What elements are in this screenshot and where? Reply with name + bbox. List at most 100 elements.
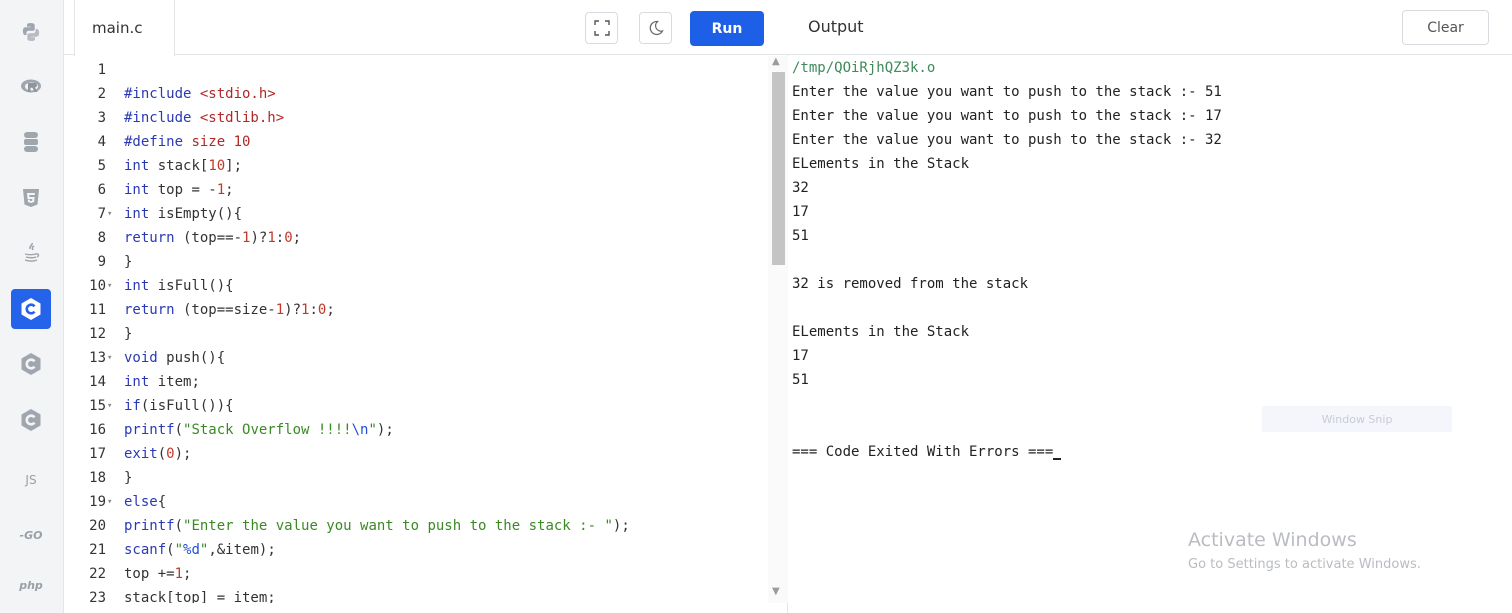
code-text: if(isFull()){: [124, 398, 234, 414]
code-text: void push(){: [124, 350, 226, 366]
code-line[interactable]: 19 ▾ else{: [64, 490, 764, 514]
output-line: 17: [792, 204, 809, 220]
code-line[interactable]: 16 printf("Stack Overflow !!!!\n");: [64, 418, 764, 442]
fold-arrow-icon[interactable]: ▾: [107, 274, 112, 298]
code-line[interactable]: 20 printf("Enter the value you want to pu…: [64, 514, 764, 538]
go-icon[interactable]: -GO: [11, 515, 51, 555]
tab-main-c[interactable]: main.c: [74, 0, 175, 56]
tab-label: main.c: [92, 19, 143, 37]
line-number: 15: [89, 398, 106, 414]
javascript-label: JS: [25, 473, 37, 487]
output-console[interactable]: /tmp/QOiRjhQZ3k.o Enter the value you wan…: [792, 56, 1492, 613]
scroll-up-icon[interactable]: ▲: [772, 56, 780, 67]
code-line[interactable]: 8 return (top==-1)?1:0;: [64, 226, 764, 250]
output-header: Output Clear: [788, 0, 1512, 55]
output-title: Output: [808, 17, 864, 36]
code-line[interactable]: 5 int stack[10];: [64, 154, 764, 178]
line-number: 9: [97, 254, 106, 270]
output-line: Enter the value you want to push to the …: [792, 84, 1222, 100]
c-icon[interactable]: [11, 289, 51, 329]
fold-arrow-icon[interactable]: ▾: [107, 394, 112, 418]
code-text: }: [124, 254, 133, 270]
output-line: 17: [792, 348, 809, 364]
r-icon[interactable]: [11, 67, 51, 107]
code-text: exit(0);: [124, 446, 192, 462]
fold-arrow-icon[interactable]: ▾: [107, 346, 112, 370]
line-number: 20: [89, 518, 106, 534]
code-text: printf("Enter the value you want to push…: [124, 518, 630, 534]
clear-button[interactable]: Clear: [1402, 10, 1489, 45]
line-number: 12: [89, 326, 106, 342]
output-line: === Code Exited With Errors ===: [792, 440, 1062, 464]
output-line: 51: [792, 228, 809, 244]
code-area[interactable]: 1 2 #include <stdio.h> 3 #include <stdlib.h>…: [64, 56, 768, 603]
code-line[interactable]: 18}: [64, 466, 764, 490]
code-line[interactable]: 23 stack[top] = item;: [64, 586, 764, 603]
dark-mode-button[interactable]: [639, 12, 672, 44]
line-number: 18: [89, 470, 106, 486]
code-editor-panel: main.c Run 1 2 #include <stdio.h> 3 #include…: [64, 0, 788, 613]
code-line[interactable]: 14 int item;: [64, 370, 764, 394]
code-line[interactable]: 9}: [64, 250, 764, 274]
code-text: #define size 10: [124, 134, 251, 150]
line-number: 10: [89, 278, 106, 294]
code-line[interactable]: 2 #include <stdio.h>: [64, 82, 764, 106]
moon-icon: [649, 20, 664, 35]
php-icon[interactable]: php: [11, 565, 51, 605]
line-number: 22: [89, 566, 106, 582]
code-line[interactable]: 21 scanf("%d",&item);: [64, 538, 764, 562]
line-number: 4: [97, 134, 106, 150]
scrollbar-thumb[interactable]: [772, 72, 785, 265]
line-number: 8: [97, 230, 106, 246]
php-label: php: [19, 578, 43, 592]
fullscreen-button[interactable]: [585, 12, 618, 44]
code-line[interactable]: 22 top +=1;: [64, 562, 764, 586]
code-text: }: [124, 470, 133, 486]
code-text: int top = -1;: [124, 182, 234, 198]
code-line[interactable]: 6 int top = -1;: [64, 178, 764, 202]
code-text: scanf("%d",&item);: [124, 542, 276, 558]
output-line: Enter the value you want to push to the …: [792, 108, 1222, 124]
python-icon[interactable]: [11, 12, 51, 52]
cpp-icon[interactable]: [11, 344, 51, 384]
code-text: else{: [124, 494, 167, 510]
code-text: int isEmpty(){: [124, 206, 243, 222]
go-label: -GO: [19, 528, 43, 542]
code-text: printf("Stack Overflow !!!!\n");: [124, 422, 394, 438]
fold-arrow-icon[interactable]: ▾: [107, 490, 112, 514]
window-snip-overlay: Window Snip: [1262, 406, 1452, 432]
line-number: 13: [89, 350, 106, 366]
database-icon[interactable]: [11, 122, 51, 162]
code-line[interactable]: 17 exit(0);: [64, 442, 764, 466]
code-line[interactable]: 3 #include <stdlib.h>: [64, 106, 764, 130]
code-line[interactable]: 7 ▾ int isEmpty(){: [64, 202, 764, 226]
output-line: 51: [792, 372, 809, 388]
code-line[interactable]: 15 ▾ if(isFull()){: [64, 394, 764, 418]
code-text: int item;: [124, 374, 200, 390]
editor-scrollbar[interactable]: ▲ ▼: [768, 56, 788, 603]
code-line[interactable]: 10 ▾ int isFull(){: [64, 274, 764, 298]
language-sidebar: JS -GO php: [0, 0, 64, 613]
code-line[interactable]: 4 #define size 10: [64, 130, 764, 154]
code-text: return (top==-1)?1:0;: [124, 230, 302, 246]
line-number: 7: [97, 206, 106, 222]
run-button[interactable]: Run: [690, 11, 764, 46]
output-line: Enter the value you want to push to the …: [792, 132, 1222, 148]
scroll-down-icon[interactable]: ▼: [772, 586, 780, 597]
code-line[interactable]: 13 ▾ void push(){: [64, 346, 764, 370]
java-icon[interactable]: [11, 233, 51, 273]
line-number: 11: [89, 302, 106, 318]
code-line[interactable]: 11 return (top==size-1)?1:0;: [64, 298, 764, 322]
code-text: #include <stdlib.h>: [124, 110, 285, 126]
fold-arrow-icon[interactable]: ▾: [107, 202, 112, 226]
html5-icon[interactable]: [11, 178, 51, 218]
online-compiler: JS -GO php main.c Run 1 2 #include <stdio.…: [0, 0, 1512, 613]
code-line[interactable]: 1: [64, 58, 764, 82]
javascript-icon[interactable]: JS: [11, 460, 51, 500]
csharp-icon[interactable]: [11, 400, 51, 440]
code-text: int isFull(){: [124, 278, 234, 294]
line-number: 3: [97, 110, 106, 126]
code-line[interactable]: 12}: [64, 322, 764, 346]
code-text: #include <stdio.h>: [124, 86, 276, 102]
code-text: top +=1;: [124, 566, 192, 582]
